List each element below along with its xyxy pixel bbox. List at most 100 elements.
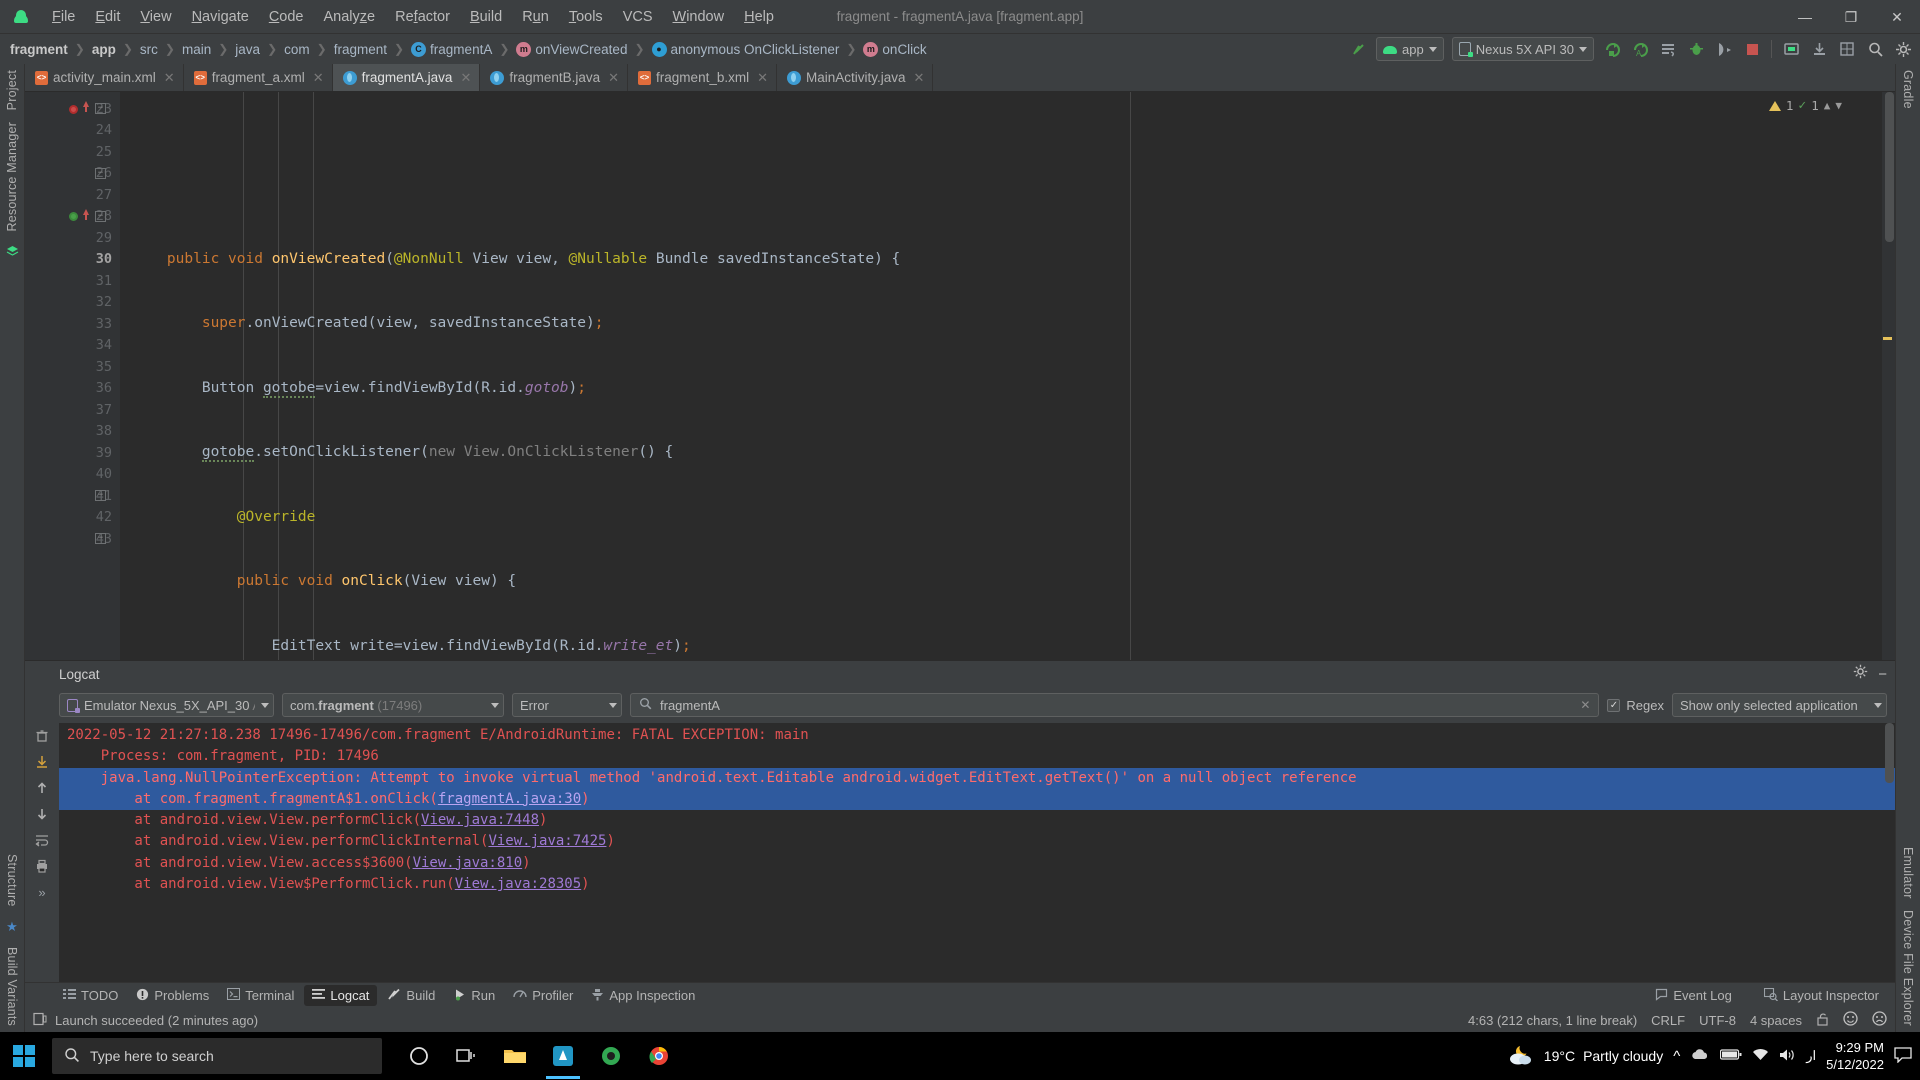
tool-window-logcat[interactable]: Logcat bbox=[304, 985, 378, 1006]
weather-widget[interactable]: 19°C Partly cloudy bbox=[1506, 1044, 1663, 1069]
battery-icon[interactable] bbox=[1720, 1048, 1742, 1064]
breadcrumb-item-10[interactable]: m onClick bbox=[861, 41, 928, 57]
start-button[interactable] bbox=[0, 1032, 48, 1080]
tab-fragment-a-xml[interactable]: <> fragment_a.xml ✕ bbox=[184, 64, 333, 91]
stop-icon[interactable] bbox=[1739, 37, 1765, 61]
language-indicator[interactable]: ار bbox=[1806, 1048, 1816, 1064]
logcat-minimize-icon[interactable]: − bbox=[1878, 666, 1887, 683]
tool-window-app-inspection[interactable]: App Inspection bbox=[583, 985, 703, 1007]
sidebar-item-resource-manager[interactable]: Resource Manager bbox=[5, 116, 19, 238]
tool-window-run[interactable]: Run bbox=[445, 985, 503, 1007]
menu-help[interactable]: Help bbox=[734, 5, 784, 29]
happy-face-icon[interactable] bbox=[1843, 1011, 1858, 1029]
menu-view[interactable]: View bbox=[130, 5, 181, 29]
attach-debugger-icon[interactable] bbox=[1711, 37, 1737, 61]
chrome-icon[interactable] bbox=[636, 1033, 682, 1079]
breadcrumb-item-6[interactable]: fragment bbox=[332, 42, 389, 57]
breakpoint-icon[interactable] bbox=[69, 102, 83, 116]
fold-toggle[interactable]: − bbox=[95, 210, 106, 222]
stacktrace-link[interactable]: View.java:810 bbox=[413, 855, 523, 871]
breadcrumb-item-8[interactable]: m onViewCreated bbox=[514, 41, 629, 57]
sdk-manager-icon[interactable] bbox=[1806, 37, 1832, 61]
breadcrumb-item-1[interactable]: app bbox=[90, 42, 118, 57]
logcat-search-input[interactable] bbox=[660, 697, 1573, 713]
lock-icon[interactable] bbox=[1816, 1012, 1829, 1029]
close-button[interactable]: ✕ bbox=[1874, 0, 1920, 34]
indent-setting[interactable]: 4 spaces bbox=[1750, 1013, 1802, 1028]
regex-checkbox[interactable]: ✓ bbox=[1607, 698, 1621, 712]
stacktrace-link[interactable]: View.java:7425 bbox=[488, 833, 606, 849]
run-app-icon[interactable] bbox=[1599, 37, 1625, 61]
android-studio-taskbar-icon[interactable] bbox=[540, 1033, 586, 1079]
status-run-icon[interactable] bbox=[33, 1012, 47, 1029]
close-tab-icon[interactable]: ✕ bbox=[164, 70, 175, 86]
tab-fragment-b-xml[interactable]: <> fragment_b.xml ✕ bbox=[628, 64, 777, 91]
tab-fragmentb-java[interactable]: fragmentB.java ✕ bbox=[480, 64, 629, 91]
stacktrace-link[interactable]: View.java:7448 bbox=[421, 812, 539, 828]
print-icon[interactable] bbox=[32, 857, 52, 875]
editor-gutter[interactable]: −23 24 25 −26 27 −28 29 30 31 32 33 34 3… bbox=[25, 92, 120, 660]
menu-edit[interactable]: Edit bbox=[85, 5, 130, 29]
breadcrumb-item-3[interactable]: main bbox=[180, 42, 213, 57]
sidebar-item-build-variants[interactable]: Build Variants bbox=[5, 941, 19, 1032]
tool-window-event-log[interactable]: Event Log bbox=[1647, 985, 1740, 1007]
breadcrumb-item-0[interactable]: fragment bbox=[8, 42, 70, 57]
code-content[interactable]: public void onViewCreated(@NonNull View … bbox=[120, 92, 1882, 660]
sidebar-item-structure[interactable]: Structure bbox=[5, 848, 19, 913]
scope-dropdown[interactable]: Show only selected application bbox=[1672, 693, 1887, 717]
logcat-search-box[interactable]: ✕ bbox=[630, 693, 1600, 717]
menu-window[interactable]: Window bbox=[663, 5, 735, 29]
favorites-star-icon[interactable]: ★ bbox=[1, 917, 23, 937]
breakpoint-icon[interactable] bbox=[69, 209, 83, 223]
file-explorer-icon[interactable] bbox=[492, 1033, 538, 1079]
logcat-output[interactable]: 2022-05-12 21:27:18.238 17496-17496/com.… bbox=[59, 723, 1895, 982]
inspection-widget[interactable]: 1 ✓ 1 ▲ ▼ bbox=[1768, 95, 1842, 117]
chevron-up-icon[interactable]: ▲ bbox=[1824, 95, 1831, 117]
avd-manager-icon[interactable] bbox=[1778, 37, 1804, 61]
clear-search-icon[interactable]: ✕ bbox=[1580, 698, 1590, 712]
close-tab-icon[interactable]: ✕ bbox=[757, 70, 768, 86]
fold-toggle[interactable]: − bbox=[95, 167, 106, 179]
tab-mainactivity-java[interactable]: MainActivity.java ✕ bbox=[777, 64, 934, 91]
teams-icon[interactable] bbox=[588, 1033, 634, 1079]
breadcrumb-item-5[interactable]: com bbox=[282, 42, 312, 57]
device-dropdown[interactable]: Emulator Nexus_5X_API_30 Andro bbox=[59, 693, 274, 717]
menu-navigate[interactable]: Navigate bbox=[182, 5, 259, 29]
menu-refactor[interactable]: Refactor bbox=[385, 5, 460, 29]
down-stack-trace-icon[interactable] bbox=[32, 805, 52, 823]
cortana-icon[interactable] bbox=[396, 1033, 442, 1079]
show-hidden-icons-icon[interactable]: ^ bbox=[1673, 1048, 1680, 1065]
run-configuration-selector[interactable]: app bbox=[1376, 37, 1444, 61]
tool-window-build[interactable]: Build bbox=[379, 985, 443, 1007]
tool-window-todo[interactable]: TODO bbox=[55, 985, 126, 1006]
apply-code-changes-icon[interactable] bbox=[1655, 37, 1681, 61]
minimize-button[interactable]: — bbox=[1782, 0, 1828, 34]
stacktrace-link[interactable]: fragmentA.java:30 bbox=[438, 791, 581, 807]
close-tab-icon[interactable]: ✕ bbox=[460, 70, 471, 86]
network-icon[interactable] bbox=[1752, 1048, 1769, 1065]
tab-fragmenta-java[interactable]: fragmentA.java ✕ bbox=[332, 64, 481, 91]
tool-window-layout-inspector[interactable]: Layout Inspector bbox=[1756, 985, 1887, 1007]
code-editor[interactable]: −23 24 25 −26 27 −28 29 30 31 32 33 34 3… bbox=[25, 92, 1895, 660]
process-dropdown[interactable]: com.fragment (17496) bbox=[282, 693, 504, 717]
clear-logcat-icon[interactable] bbox=[32, 727, 52, 745]
file-encoding[interactable]: UTF-8 bbox=[1699, 1013, 1736, 1028]
make-project-icon[interactable] bbox=[1345, 37, 1371, 61]
settings-icon[interactable] bbox=[1890, 37, 1916, 61]
volume-icon[interactable] bbox=[1779, 1048, 1796, 1065]
menu-analyze[interactable]: Analyze bbox=[314, 5, 386, 29]
debug-icon[interactable] bbox=[1683, 37, 1709, 61]
fold-toggle[interactable]: − bbox=[95, 533, 106, 545]
caret-position[interactable]: 4:63 (212 chars, 1 line break) bbox=[1468, 1013, 1637, 1028]
breadcrumb-item-9[interactable]: ● anonymous OnClickListener bbox=[650, 41, 842, 57]
logcat-scrollbar-thumb[interactable] bbox=[1885, 723, 1894, 783]
regex-checkbox-group[interactable]: ✓ Regex bbox=[1607, 698, 1664, 713]
breadcrumb-item-2[interactable]: src bbox=[138, 42, 160, 57]
tab-activity-main-xml[interactable]: <> activity_main.xml ✕ bbox=[25, 64, 184, 91]
soft-wrap-icon[interactable] bbox=[32, 831, 52, 849]
tool-window-problems[interactable]: Problems bbox=[128, 985, 217, 1007]
menu-build[interactable]: Build bbox=[460, 5, 512, 29]
logcat-settings-icon[interactable] bbox=[1853, 664, 1868, 684]
menu-run[interactable]: Run bbox=[512, 5, 559, 29]
onedrive-icon[interactable] bbox=[1690, 1048, 1710, 1065]
